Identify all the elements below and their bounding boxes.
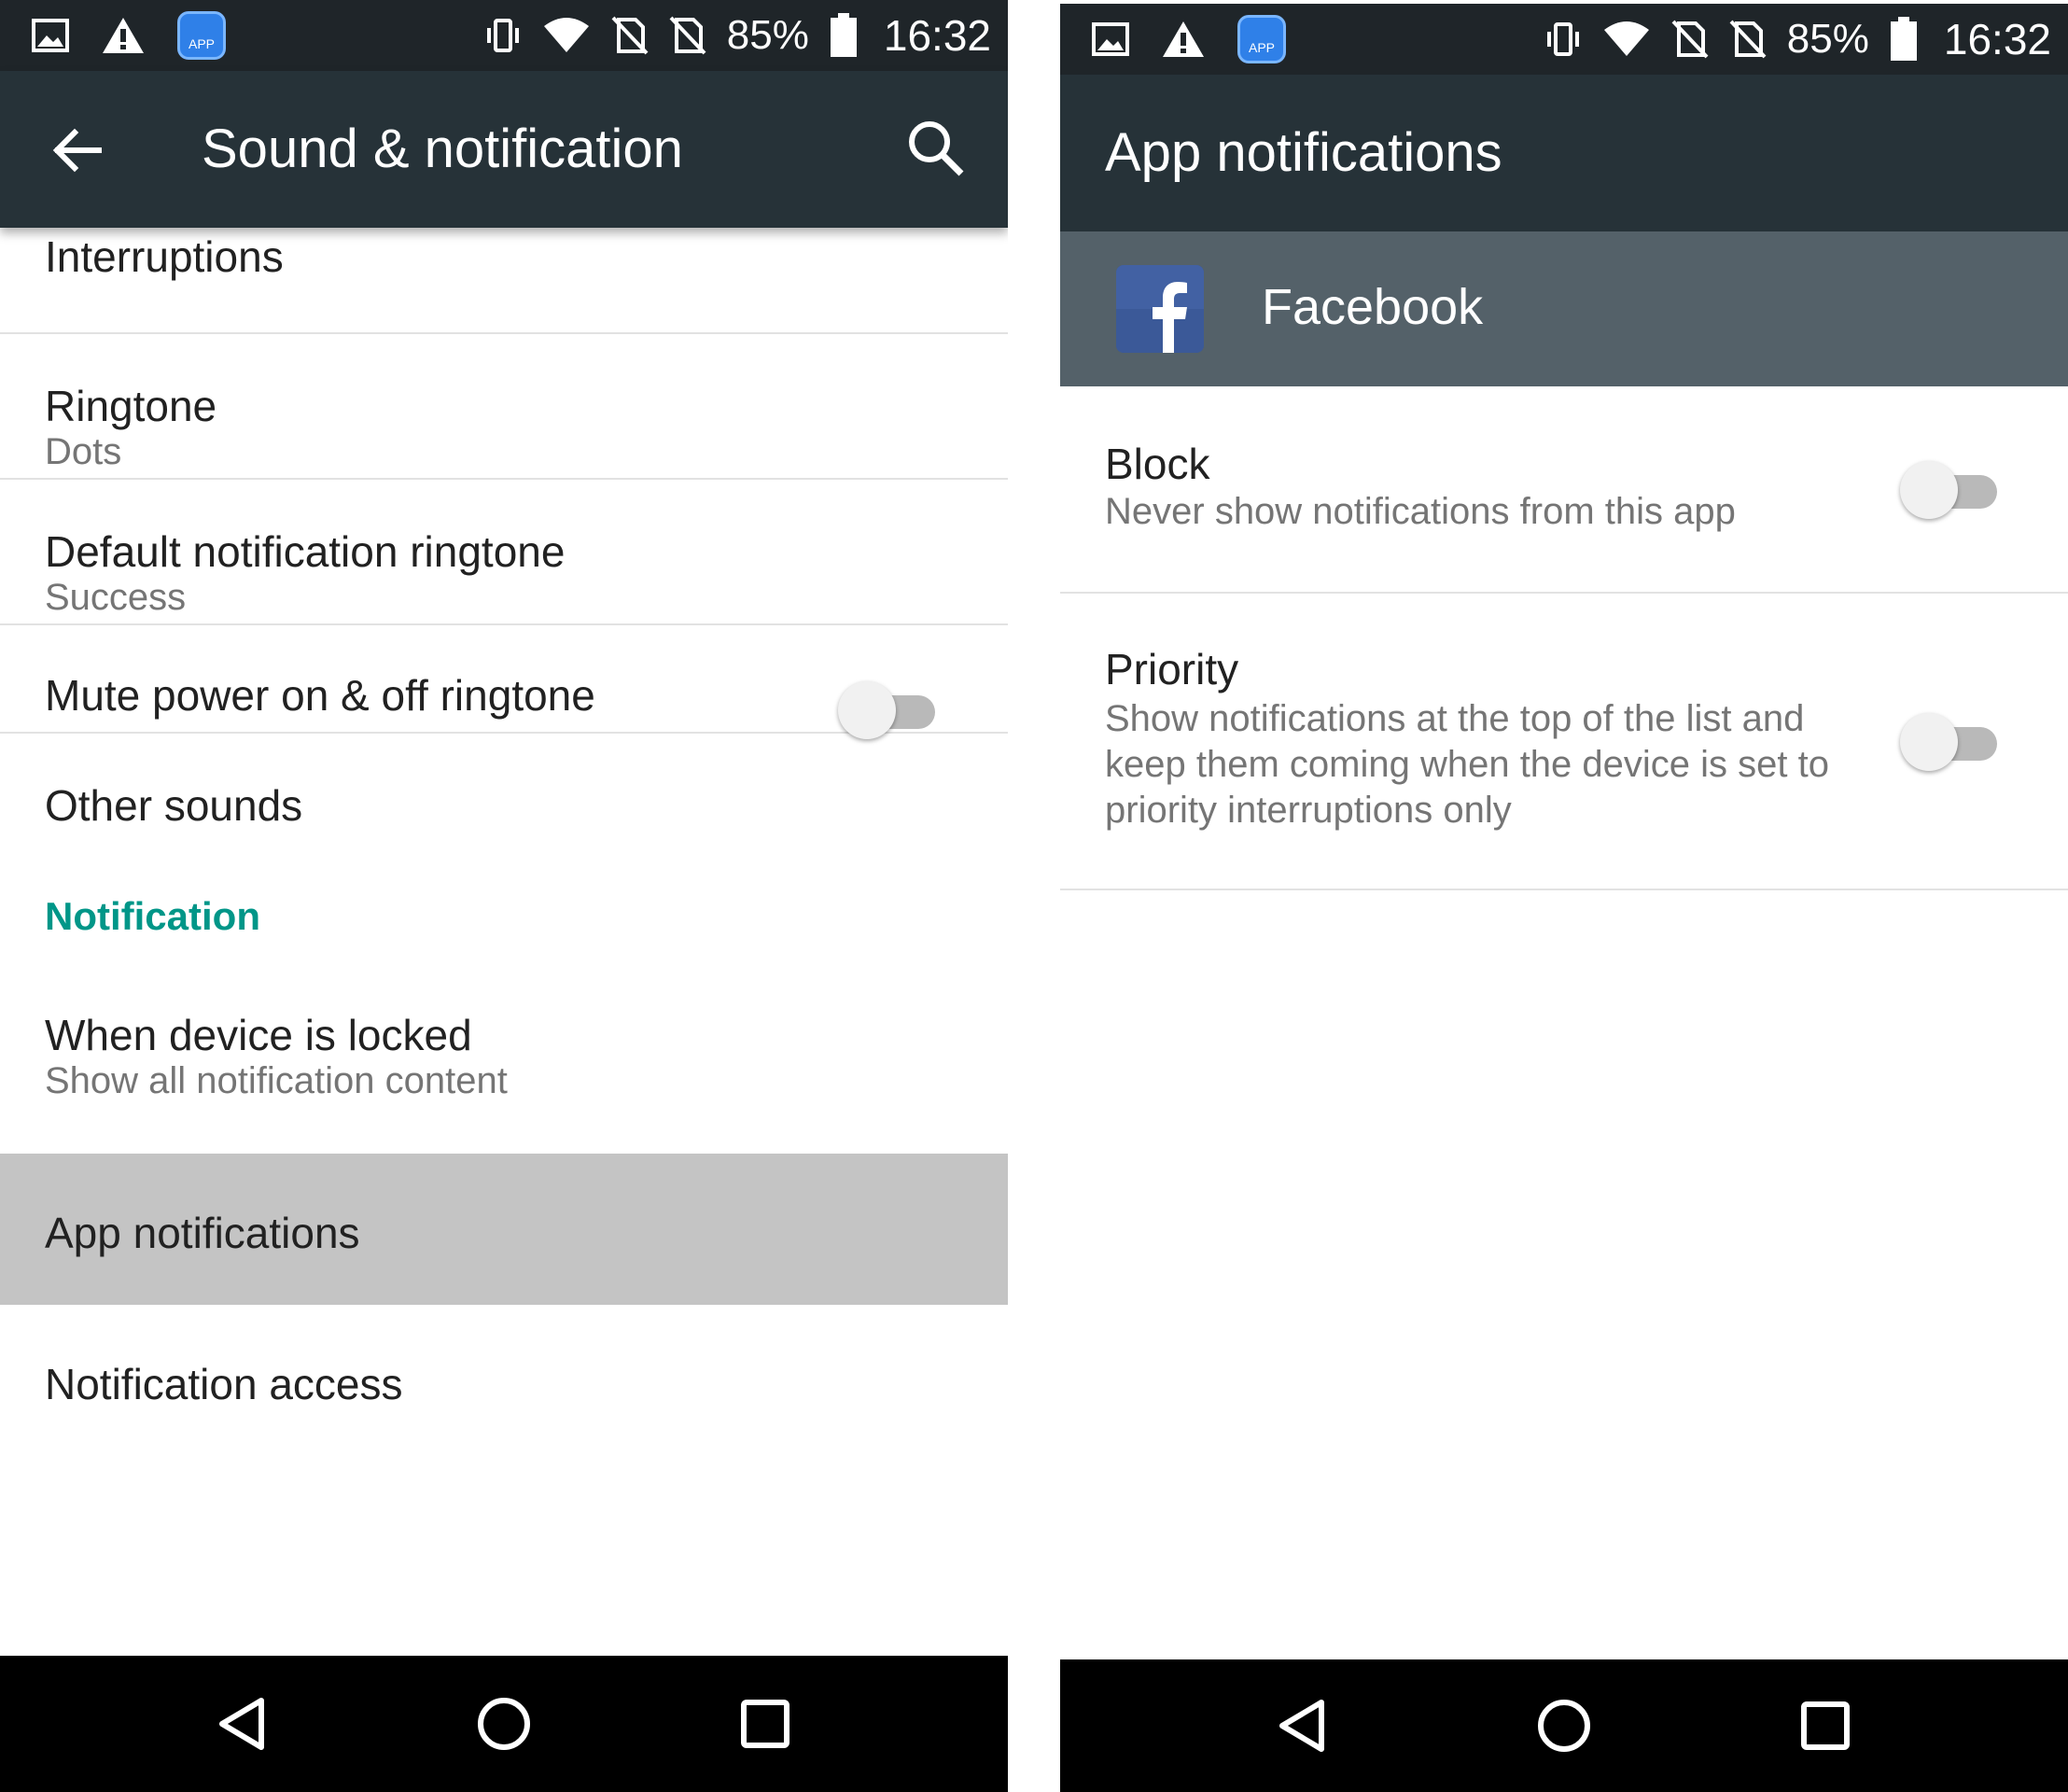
nav-back-button[interactable] (205, 1687, 280, 1761)
mute-power-ringtone-switch[interactable] (838, 679, 937, 741)
warning-icon (1161, 20, 1206, 59)
battery-percent: 85% (1786, 16, 1869, 62)
sound-notification-screen: APP 85% 16:32 Sound & notification Inter… (0, 0, 1008, 1792)
item-subtitle: Never show notifications from this app (1105, 491, 1736, 532)
image-notification-icon (32, 19, 69, 52)
app-bar: Sound & notification (0, 71, 1008, 228)
vibrate-icon (484, 17, 522, 54)
app-bar: App notifications (1060, 75, 2068, 231)
nav-recents-button[interactable] (728, 1687, 803, 1761)
item-title: Block (1105, 440, 1210, 488)
list-item-interruptions[interactable]: Interruptions (0, 228, 1008, 334)
screen-gap (1008, 0, 1060, 1792)
item-title: Default notification ringtone (45, 527, 566, 576)
item-title: Mute power on & off ringtone (45, 671, 595, 720)
battery-percent: 85% (726, 12, 809, 58)
back-button[interactable] (45, 118, 110, 183)
no-sim-icon (1671, 20, 1709, 59)
list-item-app-notifications[interactable]: App notifications (0, 1154, 1008, 1305)
item-subtitle: Success (45, 577, 187, 618)
list-item-default-notification-ringtone[interactable]: Default notification ringtone Success (0, 480, 1008, 625)
block-switch[interactable] (1900, 459, 1999, 521)
nav-recents-icon (1801, 1701, 1850, 1750)
list-item-when-device-locked[interactable]: When device is locked Show all notificat… (0, 984, 1008, 1154)
warning-icon (101, 16, 146, 55)
app-store-icon: APP (177, 11, 226, 60)
list-item-other-sounds[interactable]: Other sounds (0, 734, 1008, 840)
item-subtitle: Show notifications at the top of the lis… (1105, 698, 1829, 831)
nav-back-icon (1279, 1700, 1324, 1752)
item-title: Ringtone (45, 382, 217, 430)
page-title: App notifications (1105, 122, 1502, 183)
search-button[interactable] (903, 116, 971, 183)
nav-recents-button[interactable] (1788, 1688, 1863, 1763)
page-title: Sound & notification (202, 119, 683, 179)
facebook-logo-icon (1116, 265, 1204, 353)
app-store-icon: APP (1237, 15, 1286, 63)
status-bar: APP 85% 16:32 (1060, 4, 2068, 75)
item-title: Priority (1105, 645, 1239, 693)
battery-icon (1890, 17, 1918, 62)
item-subtitle: Show all notification content (45, 1060, 508, 1101)
navigation-bar (1060, 1659, 2068, 1792)
no-sim-icon-2 (1729, 20, 1767, 59)
clock: 16:32 (883, 11, 991, 60)
nav-home-button[interactable] (467, 1687, 541, 1761)
list-item-notification-access[interactable]: Notification access (0, 1305, 1008, 1456)
settings-list: Interruptions Ringtone Dots Default noti… (0, 228, 1008, 1456)
vibrate-icon (1544, 21, 1582, 58)
list-item-mute-power-ringtone[interactable]: Mute power on & off ringtone (0, 625, 1008, 739)
search-icon (909, 121, 964, 176)
app-header-facebook: Facebook (1060, 231, 2068, 386)
item-title: Interruptions (45, 232, 284, 281)
item-title: Notification access (45, 1360, 403, 1408)
item-title: When device is locked (45, 1011, 472, 1059)
list-item-ringtone[interactable]: Ringtone Dots (0, 334, 1008, 480)
item-title: App notifications (45, 1209, 360, 1257)
nav-home-icon (1538, 1700, 1590, 1752)
image-notification-icon (1092, 22, 1129, 56)
arrow-back-icon (52, 128, 102, 173)
nav-back-button[interactable] (1265, 1688, 1340, 1763)
nav-back-icon (219, 1698, 264, 1750)
navigation-bar (0, 1656, 1008, 1792)
item-subtitle: Dots (45, 431, 122, 472)
status-bar: APP 85% 16:32 (0, 0, 1008, 71)
wifi-icon (542, 17, 591, 54)
item-title: Other sounds (45, 781, 303, 830)
section-header-notification: Notification (0, 840, 1008, 984)
section-header-label: Notification (45, 894, 260, 938)
app-notification-settings: Block Never show notifications from this… (1060, 386, 2068, 890)
nav-home-icon (478, 1698, 530, 1750)
nav-home-button[interactable] (1527, 1688, 1601, 1763)
battery-icon (830, 13, 858, 58)
priority-switch[interactable] (1900, 711, 1999, 773)
nav-recents-icon (741, 1700, 789, 1748)
app-notifications-screen: APP 85% 16:32 App notifications Facebook… (1060, 0, 2068, 1792)
list-item-block[interactable]: Block Never show notifications from this… (1060, 386, 2068, 594)
wifi-icon (1602, 21, 1651, 58)
app-name: Facebook (1262, 279, 1484, 335)
list-item-priority[interactable]: Priority Show notifications at the top o… (1060, 594, 2068, 890)
clock: 16:32 (1943, 15, 2051, 63)
no-sim-icon-2 (669, 16, 706, 55)
no-sim-icon (611, 16, 649, 55)
